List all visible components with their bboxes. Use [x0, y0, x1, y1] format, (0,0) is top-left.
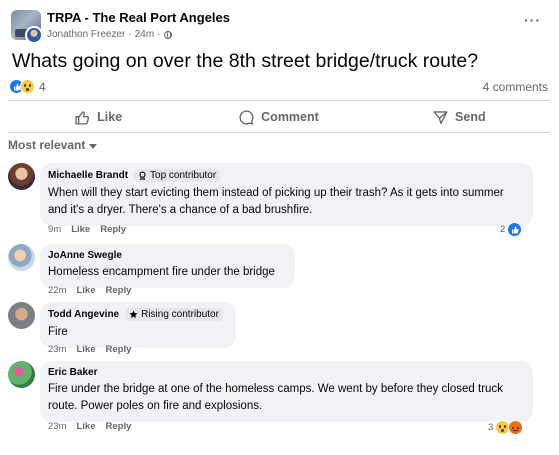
comment-bubble: Eric Baker Fire under the bridge at one … [40, 361, 533, 422]
comment-like-button[interactable]: Like [76, 421, 95, 432]
comment-reactions[interactable]: 3 [488, 420, 524, 435]
meta-separator: · [128, 29, 132, 40]
rising-contributor-badge: Rising contributor [125, 308, 223, 321]
comment-time[interactable]: 22m [48, 285, 66, 296]
poster-avatar[interactable] [25, 26, 43, 44]
comment-actions: 9m Like Reply [48, 224, 126, 235]
wow-reaction-icon [20, 79, 35, 94]
comment-actions: 23m Like Reply [48, 421, 131, 432]
comment-icon [239, 109, 254, 125]
comment-time[interactable]: 9m [48, 224, 61, 235]
comment-reply-button[interactable]: Reply [106, 285, 132, 296]
post-time[interactable]: 24m [135, 29, 154, 40]
post-header: TRPA - The Real Port Angeles Jonathon Fr… [11, 8, 551, 44]
divider [8, 100, 549, 101]
group-name[interactable]: TRPA - The Real Port Angeles [47, 10, 230, 25]
author-name[interactable]: Jonathon Freezer [47, 29, 125, 40]
caret-down-icon [89, 143, 98, 149]
comment-bubble: Todd Angevine Rising contributor Fire [40, 302, 236, 348]
badge-label: Top contributor [150, 170, 217, 181]
comment-reaction-count: 2 [500, 224, 506, 235]
send-button[interactable]: Send [369, 102, 549, 132]
comment-actions: 23m Like Reply [48, 344, 131, 355]
comment-time[interactable]: 23m [48, 421, 66, 432]
like-reaction-icon [507, 222, 523, 237]
commenter-name[interactable]: Michaelle Brandt [48, 170, 128, 181]
comment-actions: 22m Like Reply [48, 285, 131, 296]
send-label: Send [455, 110, 486, 124]
commenter-name[interactable]: JoAnne Swegle [48, 250, 122, 261]
comment-text: Fire under the bridge at one of the home… [48, 383, 503, 412]
comment-like-button[interactable]: Like [76, 285, 95, 296]
comment-bubble: JoAnne Swegle Homeless encampment fire u… [40, 244, 295, 288]
post-text: Whats going on over the 8th street bridg… [12, 50, 479, 72]
commenter-avatar[interactable] [8, 163, 35, 190]
angry-reaction-icon [508, 420, 524, 435]
commenter-avatar[interactable] [8, 244, 35, 271]
commenter-name[interactable]: Eric Baker [48, 367, 97, 378]
commenter-avatar[interactable] [8, 302, 35, 329]
post-reactions[interactable]: 4 [9, 79, 46, 94]
reaction-count[interactable]: 4 [39, 80, 46, 94]
comment-button[interactable]: Comment [188, 102, 368, 132]
like-label: Like [97, 110, 123, 124]
like-button[interactable]: Like [8, 102, 188, 132]
comment-reactions[interactable]: 2 [500, 222, 523, 237]
comment-reply-button[interactable]: Reply [100, 224, 126, 235]
comment-sort-dropdown[interactable]: Most relevant [8, 138, 98, 152]
send-icon [433, 110, 448, 124]
more-options-button[interactable]: ··· [524, 12, 541, 28]
thumbs-up-icon [75, 110, 90, 125]
comment-text: Fire [48, 326, 68, 338]
comment-reply-button[interactable]: Reply [106, 344, 132, 355]
top-contributor-badge: Top contributor [134, 169, 221, 182]
badge-icon [139, 171, 146, 180]
comment-label: Comment [261, 110, 319, 124]
divider [8, 132, 549, 133]
comment-like-button[interactable]: Like [76, 344, 95, 355]
comment-count[interactable]: 4 comments [483, 80, 548, 94]
comment-time[interactable]: 23m [48, 344, 66, 355]
comment-like-button[interactable]: Like [71, 224, 90, 235]
comment-text: Homeless encampment fire under the bridg… [48, 266, 275, 278]
comment-text: When will they start evicting them inste… [48, 187, 504, 216]
star-icon [129, 310, 138, 319]
meta-separator-2: · [157, 29, 161, 40]
post-meta: Jonathon Freezer · 24m · [47, 29, 172, 40]
sort-label: Most relevant [8, 138, 86, 152]
comment-reply-button[interactable]: Reply [106, 421, 132, 432]
badge-label: Rising contributor [141, 309, 219, 320]
comment-reaction-count: 3 [488, 422, 494, 433]
public-globe-icon [163, 30, 172, 39]
post-action-bar: Like Comment Send [8, 102, 549, 132]
commenter-avatar[interactable] [8, 361, 35, 388]
comment-bubble: Michaelle Brandt Top contributor When wi… [40, 163, 533, 226]
commenter-name[interactable]: Todd Angevine [48, 309, 119, 320]
